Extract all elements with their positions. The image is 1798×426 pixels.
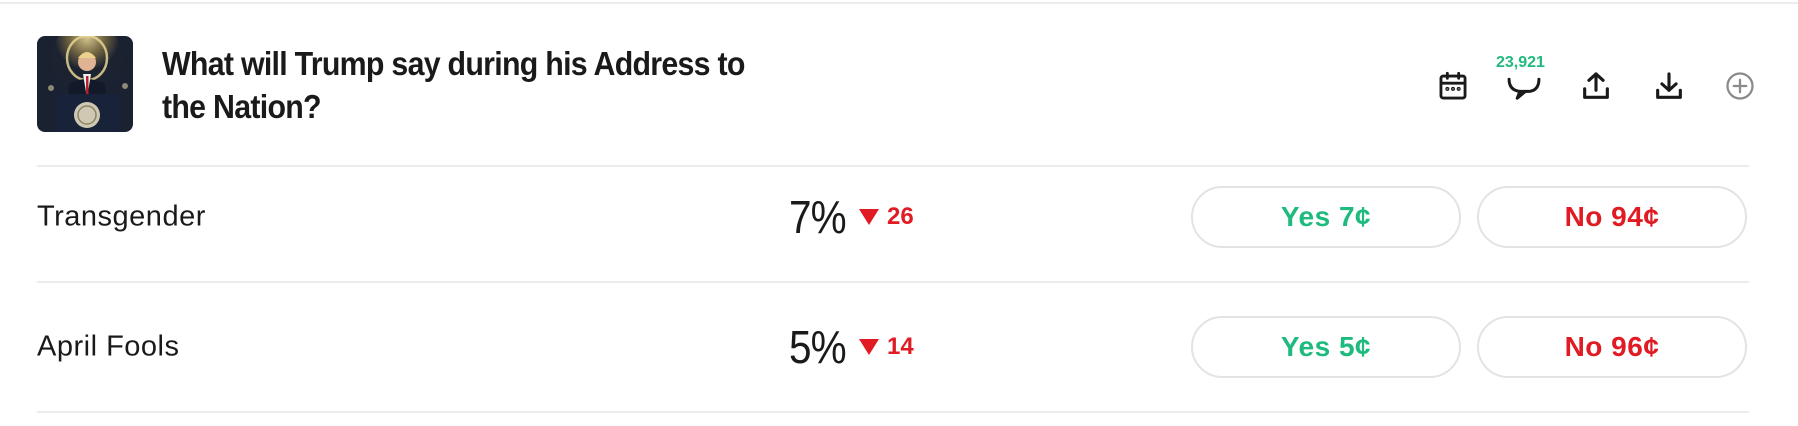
download-button[interactable]: [1647, 64, 1691, 108]
download-icon: [1652, 69, 1686, 103]
share-icon: [1579, 69, 1613, 103]
outcome-label: April Fools: [37, 330, 180, 363]
outcome-change: 26: [859, 203, 914, 231]
comment-count: 23,921: [1496, 54, 1545, 71]
market-thumbnail[interactable]: [37, 36, 133, 132]
market-actions: 23,921: [1431, 54, 1754, 108]
market-header: What will Trump say during his Address t…: [37, 36, 1754, 132]
calendar-icon: [1436, 69, 1470, 103]
buy-yes-button[interactable]: Yes 7¢: [1191, 186, 1461, 248]
top-divider: [0, 2, 1798, 4]
calendar-button[interactable]: [1431, 64, 1475, 108]
add-button[interactable]: [1718, 64, 1762, 108]
divider: [37, 411, 1749, 413]
outcome-label: Transgender: [37, 200, 206, 233]
share-button[interactable]: [1574, 64, 1618, 108]
outcome-row[interactable]: Transgender 7% 26 Yes 7¢ No 94¢: [37, 152, 1749, 282]
comments-button[interactable]: 23,921: [1496, 54, 1546, 108]
buy-no-button[interactable]: No 96¢: [1477, 316, 1747, 378]
outcome-percent: 7%: [789, 191, 847, 243]
market-title[interactable]: What will Trump say during his Address t…: [162, 42, 751, 128]
comments-icon: [1505, 69, 1543, 103]
buy-yes-button[interactable]: Yes 5¢: [1191, 316, 1461, 378]
add-circle-icon: [1725, 71, 1755, 101]
outcome-change-value: 26: [887, 203, 914, 230]
outcome-change-value: 14: [887, 333, 914, 360]
outcome-change: 14: [859, 333, 914, 361]
down-triangle-icon: [859, 339, 879, 355]
market-page: What will Trump say during his Address t…: [0, 0, 1798, 426]
down-triangle-icon: [859, 209, 879, 225]
outcome-percent: 5%: [789, 321, 847, 373]
buy-no-button[interactable]: No 94¢: [1477, 186, 1747, 248]
outcome-row[interactable]: April Fools 5% 14 Yes 5¢ No 96¢: [37, 282, 1749, 412]
